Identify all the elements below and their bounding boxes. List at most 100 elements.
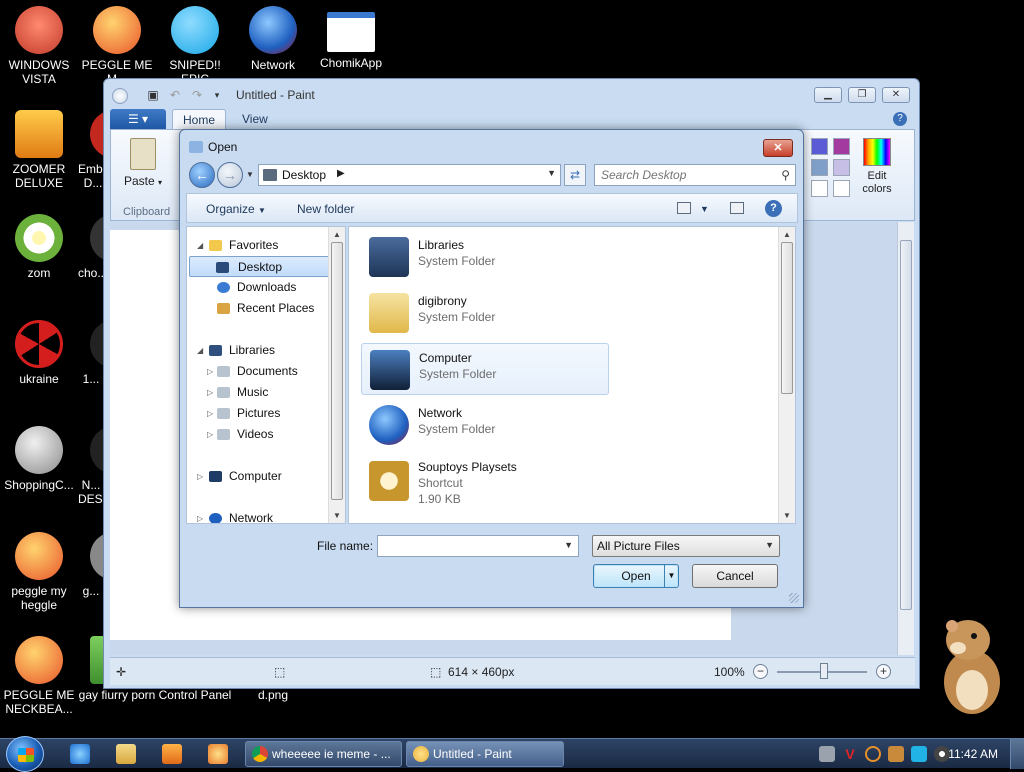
collapsed-arrow-icon[interactable]: ▷ [197, 466, 203, 487]
scroll-up-icon[interactable]: ▲ [333, 230, 341, 239]
internet-explorer-icon[interactable] [70, 744, 90, 764]
history-dropdown-icon[interactable]: ▼ [246, 170, 254, 179]
nav-scrollbar[interactable]: ▲ ▼ [328, 227, 345, 523]
file-name-dropdown-icon[interactable]: ▼ [564, 540, 573, 550]
collapsed-arrow-icon[interactable]: ▷ [207, 382, 213, 403]
nav-recent-places[interactable]: Recent Places [187, 298, 333, 319]
nav-libraries[interactable]: ◢ Libraries [187, 340, 333, 361]
organize-button[interactable]: Organize ▼ [206, 202, 266, 216]
desktop-icon-n-des[interactable]: N... DES... [78, 426, 104, 506]
tab-home[interactable]: Home [172, 109, 227, 129]
open-dropdown-icon[interactable]: ▼ [664, 565, 678, 587]
tray-app-icon[interactable] [819, 746, 835, 762]
hamster-mascot[interactable] [930, 612, 1010, 716]
paint-menu-button[interactable]: ☰ ▾ [110, 109, 166, 129]
collapsed-arrow-icon[interactable]: ▷ [197, 508, 203, 523]
desktop-icon-sniped[interactable]: SNIPED!! EPIC [156, 6, 234, 86]
breadcrumb-arrow-icon[interactable]: ▶ [337, 168, 345, 179]
color-swatch[interactable] [811, 180, 828, 197]
nav-desktop[interactable]: Desktop [189, 256, 335, 277]
desktop-icon-zom[interactable]: zom [0, 214, 78, 280]
paint-titlebar[interactable]: ▣ ↶ ↷ ▾ Untitled - Paint ▁ ❐ ✕ [104, 79, 919, 111]
expanded-arrow-icon[interactable]: ◢ [197, 235, 203, 256]
minimize-button[interactable]: ▁ [814, 87, 842, 103]
scroll-thumb[interactable] [331, 242, 343, 500]
file-list-scrollbar[interactable]: ▲ ▼ [778, 227, 795, 523]
scroll-down-icon[interactable]: ▼ [783, 511, 791, 520]
desktop-icon-peggle-my-heggle[interactable]: peggle my heggle [0, 532, 78, 612]
color-swatch[interactable] [833, 180, 850, 197]
color-swatch[interactable] [811, 159, 828, 176]
maximize-button[interactable]: ❐ [848, 87, 876, 103]
file-item-libraries[interactable]: Libraries System Folder [361, 231, 609, 283]
nav-music[interactable]: ▷ Music [187, 382, 333, 403]
collapsed-arrow-icon[interactable]: ▷ [207, 361, 213, 382]
save-icon[interactable]: ▣ [146, 88, 160, 102]
nav-computer[interactable]: ▷ Computer [187, 466, 333, 487]
address-location[interactable]: Desktop [282, 168, 326, 182]
search-icon[interactable]: ⚲ [781, 168, 790, 182]
scroll-down-icon[interactable]: ▼ [333, 511, 341, 520]
file-item-digibrony[interactable]: digibrony System Folder [361, 287, 609, 339]
nav-network[interactable]: ▷ Network [187, 508, 333, 523]
taskbar-item-chrome[interactable]: wheeeee ie meme - ... [245, 741, 402, 767]
dialog-close-button[interactable]: ✕ [763, 139, 793, 157]
back-button[interactable]: ← [189, 162, 215, 188]
file-name-field[interactable]: ▼ [377, 535, 579, 557]
tray-monitor-icon[interactable] [911, 746, 927, 762]
file-item-computer[interactable]: Computer System Folder [361, 343, 609, 395]
zoom-slider-thumb[interactable] [820, 663, 828, 679]
desktop-icon-windows-vista[interactable]: WINDOWS VISTA [0, 6, 78, 86]
preview-pane-icon[interactable] [730, 202, 744, 214]
address-bar[interactable]: Desktop ▶ ▼ [258, 164, 561, 186]
cancel-button[interactable]: Cancel [692, 564, 778, 588]
undo-icon[interactable]: ↶ [168, 88, 182, 102]
nav-favorites[interactable]: ◢ Favorites [187, 235, 333, 256]
desktop-icon-peggle-neckbea[interactable]: PEGGLE ME NECKBEA... [0, 636, 78, 716]
scroll-thumb[interactable] [781, 242, 793, 394]
color-swatch[interactable] [811, 138, 828, 155]
tray-search-icon[interactable] [865, 746, 881, 762]
taskbar-item-paint[interactable]: Untitled - Paint [406, 741, 564, 767]
new-folder-button[interactable]: New folder [297, 202, 354, 216]
nav-downloads[interactable]: Downloads [187, 277, 333, 298]
nav-videos[interactable]: ▷ Videos [187, 424, 333, 445]
desktop-icon-shoppingc[interactable]: ShoppingC... [0, 426, 78, 492]
open-button[interactable]: Open ▼ [593, 564, 679, 588]
customize-qat-icon[interactable]: ▾ [210, 88, 224, 102]
paint-app-icon[interactable] [112, 88, 128, 104]
collapsed-arrow-icon[interactable]: ▷ [207, 403, 213, 424]
expanded-arrow-icon[interactable]: ◢ [197, 340, 203, 361]
desktop-icon-cho[interactable]: cho... [78, 214, 104, 280]
search-input[interactable] [601, 167, 771, 183]
desktop-icon-1[interactable]: 1... [78, 320, 104, 386]
scroll-up-icon[interactable]: ▲ [783, 230, 791, 239]
media-player-icon[interactable] [162, 744, 182, 764]
change-view-icon[interactable] [677, 202, 691, 214]
tray-v-icon[interactable]: V [842, 746, 858, 762]
zoom-in-button[interactable]: + [876, 664, 891, 679]
show-desktop-button[interactable] [1010, 739, 1024, 769]
color-swatch[interactable] [833, 159, 850, 176]
tray-app-icon[interactable] [888, 746, 904, 762]
collapsed-arrow-icon[interactable]: ▷ [207, 424, 213, 445]
help-icon[interactable]: ? [765, 200, 782, 217]
redo-icon[interactable]: ↷ [190, 88, 204, 102]
desktop-icon-g[interactable]: g... [78, 532, 104, 598]
file-item-network[interactable]: Network System Folder [361, 399, 609, 451]
resize-grip[interactable] [789, 593, 799, 603]
file-item-souptoys[interactable]: Souptoys Playsets Shortcut 1.90 KB [361, 455, 609, 513]
forward-button[interactable]: → [217, 162, 243, 188]
paint-vertical-scrollbar[interactable] [897, 222, 914, 655]
clock[interactable]: 11:42 AM [948, 747, 998, 761]
desktop-icon-peggle-me[interactable]: PEGGLE ME M... [78, 6, 156, 86]
desktop-icon-ukraine[interactable]: ukraine [0, 320, 78, 386]
desktop-icon-zoomer-deluxe[interactable]: ZOOMER DELUXE [0, 110, 78, 190]
nav-documents[interactable]: ▷ Documents [187, 361, 333, 382]
scroll-thumb[interactable] [900, 240, 912, 610]
explorer-icon[interactable] [116, 744, 136, 764]
address-dropdown-icon[interactable]: ▼ [547, 168, 556, 178]
file-type-filter[interactable]: All Picture Files ▼ [592, 535, 780, 557]
close-button[interactable]: ✕ [882, 87, 910, 103]
help-icon[interactable]: ? [893, 112, 907, 126]
